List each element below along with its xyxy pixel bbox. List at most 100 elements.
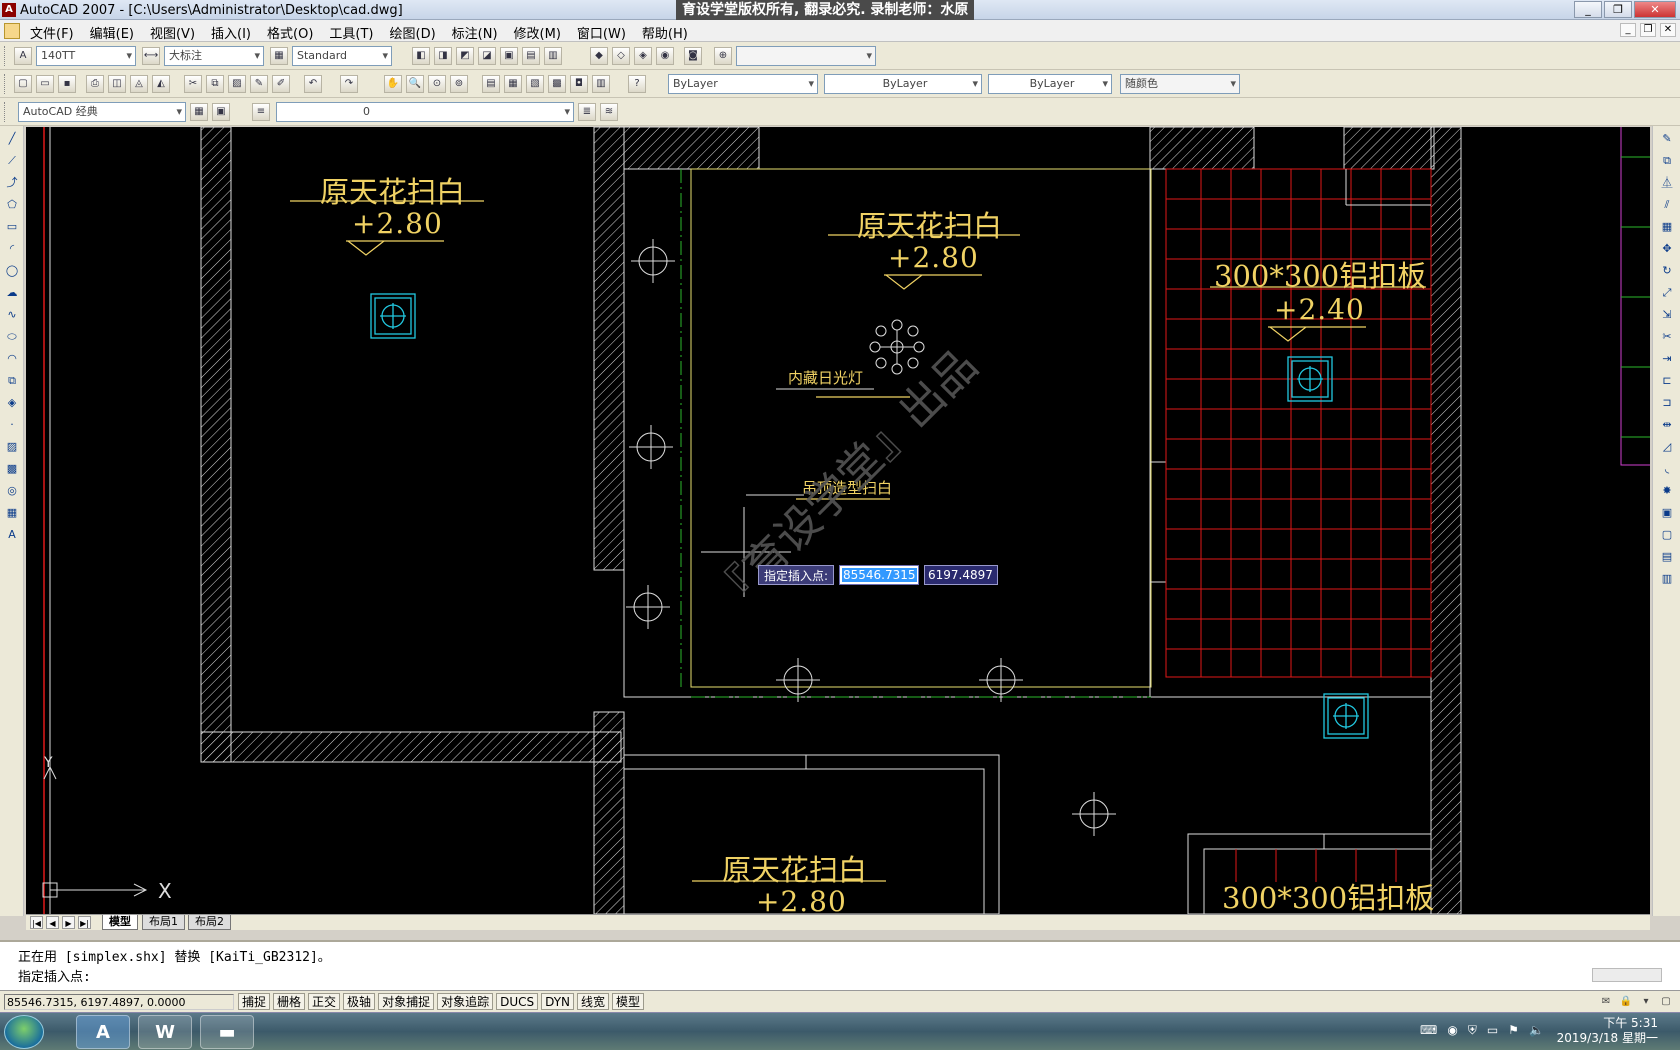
grid-toggle[interactable]: 栅格 bbox=[273, 993, 306, 1010]
view-iso-icon-9[interactable]: ◇ bbox=[612, 47, 630, 65]
taskbar-clock[interactable]: 下午 5:31 2019/3/18 星期一 bbox=[1557, 1016, 1658, 1046]
menu-help[interactable]: 帮助(H) bbox=[642, 23, 688, 42]
ellipse-arc-icon[interactable]: ◠ bbox=[3, 350, 21, 368]
clean-screen-icon[interactable]: ▢ bbox=[1658, 994, 1674, 1010]
close-button[interactable]: ✕ bbox=[1634, 1, 1676, 18]
open-icon[interactable]: ▭ bbox=[36, 75, 54, 93]
dynamic-input-y[interactable]: 6197.4897 bbox=[924, 565, 998, 585]
make-layer-current-icon[interactable]: ≣ bbox=[578, 103, 596, 121]
save-icon[interactable]: ▪ bbox=[58, 75, 76, 93]
plotstyle-select[interactable]: 随颜色 bbox=[1120, 74, 1240, 94]
dim-style-icon[interactable]: ⟷ bbox=[142, 47, 160, 65]
draw-order-icon-4[interactable]: ▥ bbox=[1658, 570, 1676, 588]
ortho-toggle[interactable]: 正交 bbox=[308, 993, 341, 1010]
word-taskbar-icon[interactable]: W bbox=[138, 1015, 192, 1049]
chamfer-icon[interactable]: ◿ bbox=[1658, 438, 1676, 456]
table-icon[interactable]: ▦ bbox=[3, 504, 21, 522]
otrack-toggle[interactable]: 对象追踪 bbox=[437, 993, 494, 1010]
named-view-icon[interactable]: ⊕ bbox=[714, 47, 732, 65]
block-editor-icon[interactable]: ✐ bbox=[272, 75, 290, 93]
menu-draw[interactable]: 绘图(D) bbox=[390, 23, 436, 42]
view-iso-icon-8[interactable]: ◆ bbox=[590, 47, 608, 65]
minimize-button[interactable]: _ bbox=[1574, 1, 1602, 18]
markup-icon[interactable]: ◘ bbox=[570, 75, 588, 93]
array-icon[interactable]: ▦ bbox=[1658, 218, 1676, 236]
maximize-button[interactable]: ❐ bbox=[1604, 1, 1632, 18]
copy-icon[interactable]: ⧉ bbox=[206, 75, 224, 93]
draw-order-icon-1[interactable]: ▣ bbox=[1658, 504, 1676, 522]
move-icon[interactable]: ✥ bbox=[1658, 240, 1676, 258]
view-iso-icon-3[interactable]: ◩ bbox=[456, 47, 474, 65]
volume-icon[interactable]: 🔈 bbox=[1529, 1023, 1544, 1038]
view-iso-icon-10[interactable]: ◈ bbox=[634, 47, 652, 65]
extend-icon[interactable]: ⇥ bbox=[1658, 350, 1676, 368]
undo-icon[interactable]: ↶ bbox=[304, 75, 322, 93]
menu-window[interactable]: 窗口(W) bbox=[577, 23, 626, 42]
pan-icon[interactable]: ✋ bbox=[384, 75, 402, 93]
tab-layout2[interactable]: 布局2 bbox=[188, 915, 231, 930]
paste-icon[interactable]: ▨ bbox=[228, 75, 246, 93]
menu-format[interactable]: 格式(O) bbox=[267, 23, 313, 42]
snap-toggle[interactable]: 捕捉 bbox=[238, 993, 271, 1010]
join-icon[interactable]: ⇹ bbox=[1658, 416, 1676, 434]
workspace-select[interactable]: AutoCAD 经典 bbox=[18, 102, 186, 122]
make-block-icon[interactable]: ◈ bbox=[3, 394, 21, 412]
next-tab-icon[interactable]: ▶ bbox=[62, 916, 75, 929]
doc-minimize-button[interactable]: _ bbox=[1620, 23, 1636, 37]
stretch-icon[interactable]: ⇲ bbox=[1658, 306, 1676, 324]
break-point-icon[interactable]: ⊏ bbox=[1658, 372, 1676, 390]
device-icon[interactable]: ▭ bbox=[1487, 1023, 1498, 1038]
menu-edit[interactable]: 编辑(E) bbox=[90, 23, 134, 42]
ducs-toggle[interactable]: DUCS bbox=[496, 993, 539, 1010]
fillet-icon[interactable]: ◟ bbox=[1658, 460, 1676, 478]
view-iso-icon-11[interactable]: ◉ bbox=[656, 47, 674, 65]
properties-icon[interactable]: ▤ bbox=[482, 75, 500, 93]
workspace-settings-icon[interactable]: ▦ bbox=[190, 103, 208, 121]
model-toggle[interactable]: 模型 bbox=[612, 993, 645, 1010]
match-prop-icon[interactable]: ✎ bbox=[250, 75, 268, 93]
menu-file[interactable]: 文件(F) bbox=[30, 23, 74, 42]
prev-tab-icon[interactable]: ◀ bbox=[46, 916, 59, 929]
polygon-icon[interactable]: ⬠ bbox=[3, 196, 21, 214]
cut-icon[interactable]: ✂ bbox=[184, 75, 202, 93]
polyline-icon[interactable]: ⤴ bbox=[3, 174, 21, 192]
draw-order-icon-2[interactable]: ▢ bbox=[1658, 526, 1676, 544]
view-iso-icon-4[interactable]: ◪ bbox=[478, 47, 496, 65]
rectangle-icon[interactable]: ▭ bbox=[3, 218, 21, 236]
offset-icon[interactable]: ⫽ bbox=[1658, 196, 1676, 214]
start-button[interactable] bbox=[4, 1015, 44, 1049]
zoom-window-icon[interactable]: ⊙ bbox=[428, 75, 446, 93]
dyn-toggle[interactable]: DYN bbox=[541, 993, 575, 1010]
security-icon[interactable]: ⛨ bbox=[1468, 1023, 1477, 1038]
autocad-taskbar-icon[interactable]: A bbox=[76, 1015, 130, 1049]
3d-dwf-icon[interactable]: ◭ bbox=[152, 75, 170, 93]
spline-icon[interactable]: ∿ bbox=[3, 306, 21, 324]
menu-dimension[interactable]: 标注(N) bbox=[452, 23, 498, 42]
point-icon[interactable]: · bbox=[3, 416, 21, 434]
zoom-realtime-icon[interactable]: 🔍 bbox=[406, 75, 424, 93]
network-icon[interactable]: ◉ bbox=[1447, 1023, 1457, 1038]
view-iso-icon-7[interactable]: ▥ bbox=[544, 47, 562, 65]
ellipse-icon[interactable]: ⬭ bbox=[3, 328, 21, 346]
menu-tools[interactable]: 工具(T) bbox=[329, 23, 373, 42]
last-tab-icon[interactable]: ▶| bbox=[78, 916, 91, 929]
table-style-select[interactable]: Standard bbox=[292, 46, 392, 66]
tool-palettes-icon[interactable]: ▧ bbox=[526, 75, 544, 93]
view-iso-icon-2[interactable]: ◨ bbox=[434, 47, 452, 65]
named-view-select[interactable] bbox=[736, 46, 876, 66]
sheet-set-icon[interactable]: ▩ bbox=[548, 75, 566, 93]
autocad-icon[interactable]: A bbox=[2, 3, 16, 17]
coordinate-display[interactable]: 85546.7315, 6197.4897, 0.0000 bbox=[4, 994, 234, 1010]
flag-icon[interactable]: ⚑ bbox=[1508, 1023, 1519, 1038]
keyboard-icon[interactable]: ⌨ bbox=[1420, 1023, 1437, 1038]
menu-view[interactable]: 视图(V) bbox=[150, 23, 195, 42]
insert-block-icon[interactable]: ⧉ bbox=[3, 372, 21, 390]
doc-restore-button[interactable]: ❐ bbox=[1640, 23, 1656, 37]
view-iso-icon-5[interactable]: ▣ bbox=[500, 47, 518, 65]
doc-close-button[interactable]: ✕ bbox=[1660, 23, 1676, 37]
dynamic-input-x[interactable]: 85546.7315 bbox=[839, 565, 919, 585]
command-prompt[interactable]: 指定插入点: bbox=[18, 966, 91, 985]
redo-icon[interactable]: ↷ bbox=[340, 75, 358, 93]
erase-icon[interactable]: ✎ bbox=[1658, 130, 1676, 148]
command-scrollbar[interactable] bbox=[1592, 968, 1662, 982]
